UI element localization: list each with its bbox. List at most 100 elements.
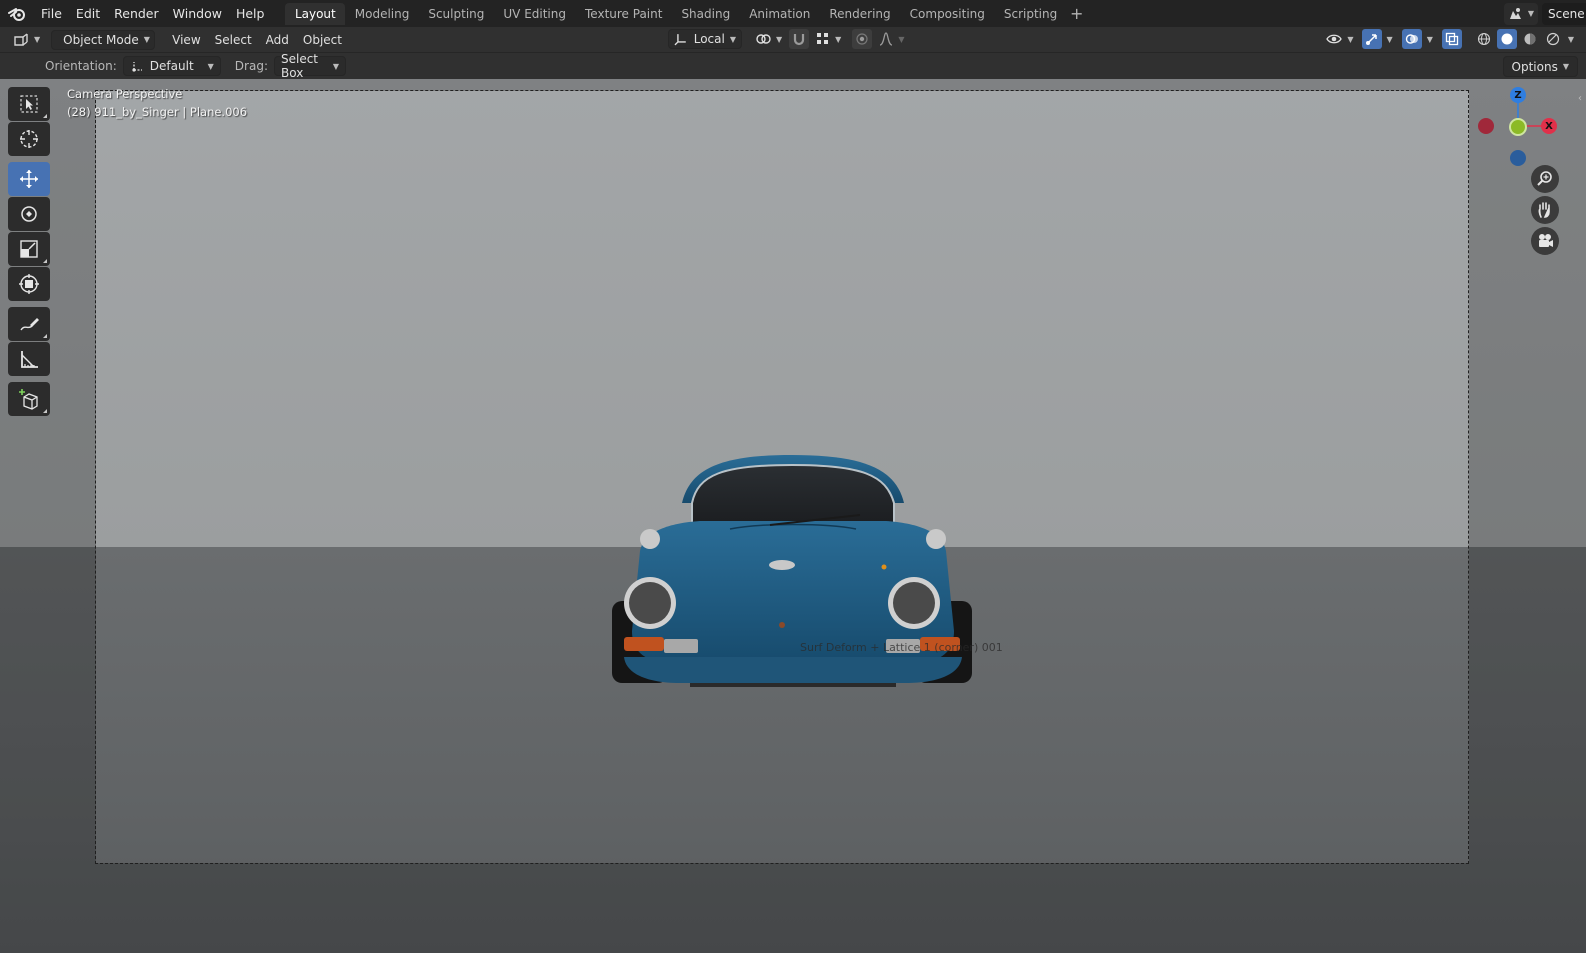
cursor-tool[interactable] <box>8 122 50 156</box>
gizmo-neg-x-axis[interactable] <box>1478 118 1494 134</box>
menu-select[interactable]: Select <box>208 30 259 50</box>
select-box-icon <box>20 95 38 113</box>
add-workspace-button[interactable]: + <box>1067 3 1087 25</box>
chevron-down-icon: ▼ <box>143 35 150 44</box>
view-perspective-label: Camera Perspective <box>67 87 183 101</box>
top-menu-bar: File Edit Render Window Help Layout Mode… <box>0 0 1586 27</box>
annotate-pencil-icon <box>20 318 39 331</box>
gizmo-toggle[interactable] <box>1361 29 1382 49</box>
move-tool[interactable] <box>8 162 50 196</box>
drag-dropdown[interactable]: Select Box ▼ <box>273 52 346 80</box>
chevron-down-icon: ▼ <box>776 34 783 44</box>
rendered-shading-button[interactable] <box>1543 29 1563 49</box>
menu-render[interactable]: Render <box>107 0 166 27</box>
scale-icon <box>20 240 38 258</box>
scene-selector: ▼ Scene <box>1504 2 1586 25</box>
tab-compositing[interactable]: Compositing <box>900 3 994 25</box>
gizmo-z-axis[interactable]: Z <box>1510 87 1526 103</box>
chevron-down-icon[interactable]: ▼ <box>1387 35 1393 44</box>
tab-uv-editing[interactable]: UV Editing <box>494 3 576 25</box>
snap-target-dropdown[interactable]: ▼ <box>811 29 846 49</box>
tab-texture-paint[interactable]: Texture Paint <box>576 3 672 25</box>
options-dropdown[interactable]: Options ▼ <box>1502 56 1578 77</box>
tab-animation[interactable]: Animation <box>740 3 820 25</box>
transform-orientation-dropdown[interactable]: Local ▼ <box>668 29 742 49</box>
gizmo-x-axis[interactable]: X <box>1541 118 1557 134</box>
menu-file[interactable]: File <box>34 0 69 27</box>
chevron-down-icon: ▼ <box>1347 34 1354 44</box>
tool-options-corner <box>43 259 47 263</box>
xray-toggle[interactable] <box>1441 29 1462 49</box>
select-box-tool[interactable] <box>8 87 50 121</box>
object-mode-dropdown[interactable]: Object Mode ▼ <box>51 29 156 50</box>
snap-toggle[interactable] <box>789 29 810 49</box>
wireframe-sphere-icon <box>1477 32 1490 46</box>
material-preview-button[interactable] <box>1520 29 1540 49</box>
scale-tool[interactable] <box>8 232 50 266</box>
menu-add[interactable]: Add <box>259 30 296 50</box>
tab-modeling[interactable]: Modeling <box>345 3 419 25</box>
tool-options-corner <box>43 409 47 413</box>
camera-view-button[interactable] <box>1531 227 1559 255</box>
gizmo-neg-z-axis[interactable] <box>1510 150 1526 166</box>
add-cube-tool[interactable] <box>8 382 50 416</box>
solid-sphere-icon <box>1501 33 1513 45</box>
navigation-gizmo[interactable] <box>1490 87 1574 175</box>
scene-name-field[interactable]: Scene <box>1542 2 1586 25</box>
chevron-down-icon: ▼ <box>835 34 842 44</box>
object-mode-label: Object Mode <box>63 32 139 47</box>
chevron-down-icon: ▼ <box>1527 9 1535 18</box>
blender-logo-icon[interactable] <box>0 0 34 27</box>
pivot-point-dropdown[interactable]: ▼ <box>750 29 787 49</box>
solid-shading-button[interactable] <box>1496 29 1517 49</box>
menu-help[interactable]: Help <box>229 0 272 27</box>
orientation-label: Orientation: <box>45 59 117 73</box>
pan-view-button[interactable] <box>1531 196 1559 224</box>
visibility-dropdown[interactable]: ▼ <box>1321 29 1358 49</box>
tab-rendering[interactable]: Rendering <box>820 3 900 25</box>
transform-tool[interactable] <box>8 267 50 301</box>
scene-browse-button[interactable]: ▼ <box>1504 2 1538 25</box>
local-axis-icon <box>674 34 686 46</box>
viewport-editor-icon <box>14 32 28 46</box>
gizmo-y-axis[interactable] <box>1509 118 1527 136</box>
transform-icon <box>19 274 39 294</box>
rotate-tool[interactable] <box>8 197 50 231</box>
overlays-toggle[interactable] <box>1401 29 1422 49</box>
scene-icon <box>1509 7 1521 19</box>
drag-value: Select Box <box>280 52 319 80</box>
viewport-header: ▼ Object Mode ▼ View Select Add Object L… <box>0 27 1586 52</box>
chevron-down-icon[interactable]: ▼ <box>1427 35 1433 44</box>
menu-edit[interactable]: Edit <box>69 0 107 27</box>
options-label: Options <box>1511 59 1558 74</box>
chevron-down-icon: ▼ <box>207 61 214 71</box>
menu-view[interactable]: View <box>165 30 207 50</box>
wireframe-shading-button[interactable] <box>1474 29 1494 49</box>
editor-type-button[interactable]: ▼ <box>8 30 45 50</box>
hand-icon <box>1538 202 1550 218</box>
tab-sculpting[interactable]: Sculpting <box>419 3 494 25</box>
menu-window[interactable]: Window <box>166 0 229 27</box>
measure-tool[interactable] <box>8 342 50 376</box>
chevron-down-icon[interactable]: ▼ <box>1568 35 1574 44</box>
transform-controls: Local ▼ ▼ ▼ ▼ <box>668 29 909 49</box>
gizmo-icon <box>1365 34 1377 45</box>
zoom-magnifier-icon <box>1537 171 1552 186</box>
camera-frame <box>95 90 1469 864</box>
zoom-view-button[interactable] <box>1531 165 1559 193</box>
tool-shelf <box>8 87 50 417</box>
material-sphere-icon <box>1524 33 1536 45</box>
sidebar-toggle-arrow-icon[interactable]: ‹ <box>1578 93 1586 107</box>
add-cube-icon <box>19 389 38 410</box>
annotate-tool[interactable] <box>8 307 50 341</box>
proportional-falloff-dropdown[interactable]: ▼ <box>874 29 909 49</box>
menu-object[interactable]: Object <box>296 30 349 50</box>
tab-shading[interactable]: Shading <box>672 3 740 25</box>
tab-scripting[interactable]: Scripting <box>994 3 1066 25</box>
proportional-editing-toggle[interactable] <box>852 29 873 49</box>
cursor-icon <box>20 130 38 148</box>
tab-layout[interactable]: Layout <box>285 2 346 25</box>
3d-viewport[interactable]: Surf Deform + Lattice 1 (corner) 001 Cam… <box>0 79 1586 953</box>
passepartout <box>1469 79 1586 953</box>
orientation-dropdown[interactable]: Default ▼ <box>122 56 221 76</box>
